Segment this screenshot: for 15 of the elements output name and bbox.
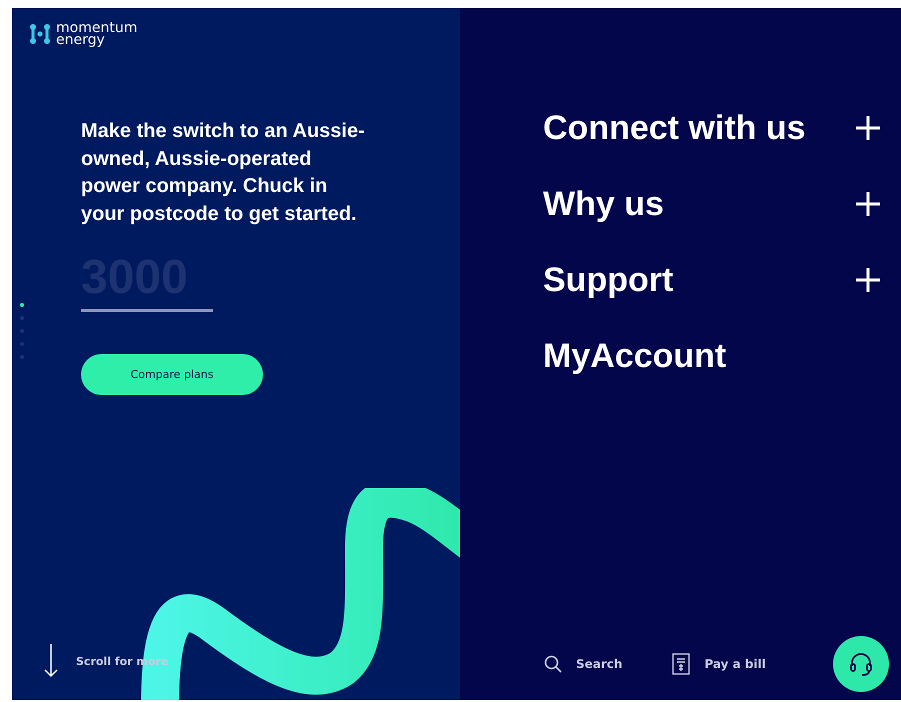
intro-text: Make the switch to an Aussie-owned, Aussie-operated power company. Chuck in your postcode to get started. [81,119,366,226]
logo-icon [30,24,50,44]
bill-icon [672,653,690,675]
nav-link[interactable]: Support [543,256,881,304]
logo-text: momentum energy [56,22,138,46]
footer-link[interactable]: Pay a bill [672,653,766,675]
nav-link[interactable]: Connect with us [543,104,881,152]
compare-plans-button[interactable]: Compare plans [81,354,263,395]
nav-link[interactable]: MyAccount [543,332,881,380]
search-icon [544,655,562,673]
nav-link[interactable]: Why us [543,180,881,228]
slide-dot[interactable] [20,303,24,307]
footer-link[interactable]: Search [544,655,622,673]
arrow-down-icon [44,644,58,678]
headset-icon [848,651,874,677]
